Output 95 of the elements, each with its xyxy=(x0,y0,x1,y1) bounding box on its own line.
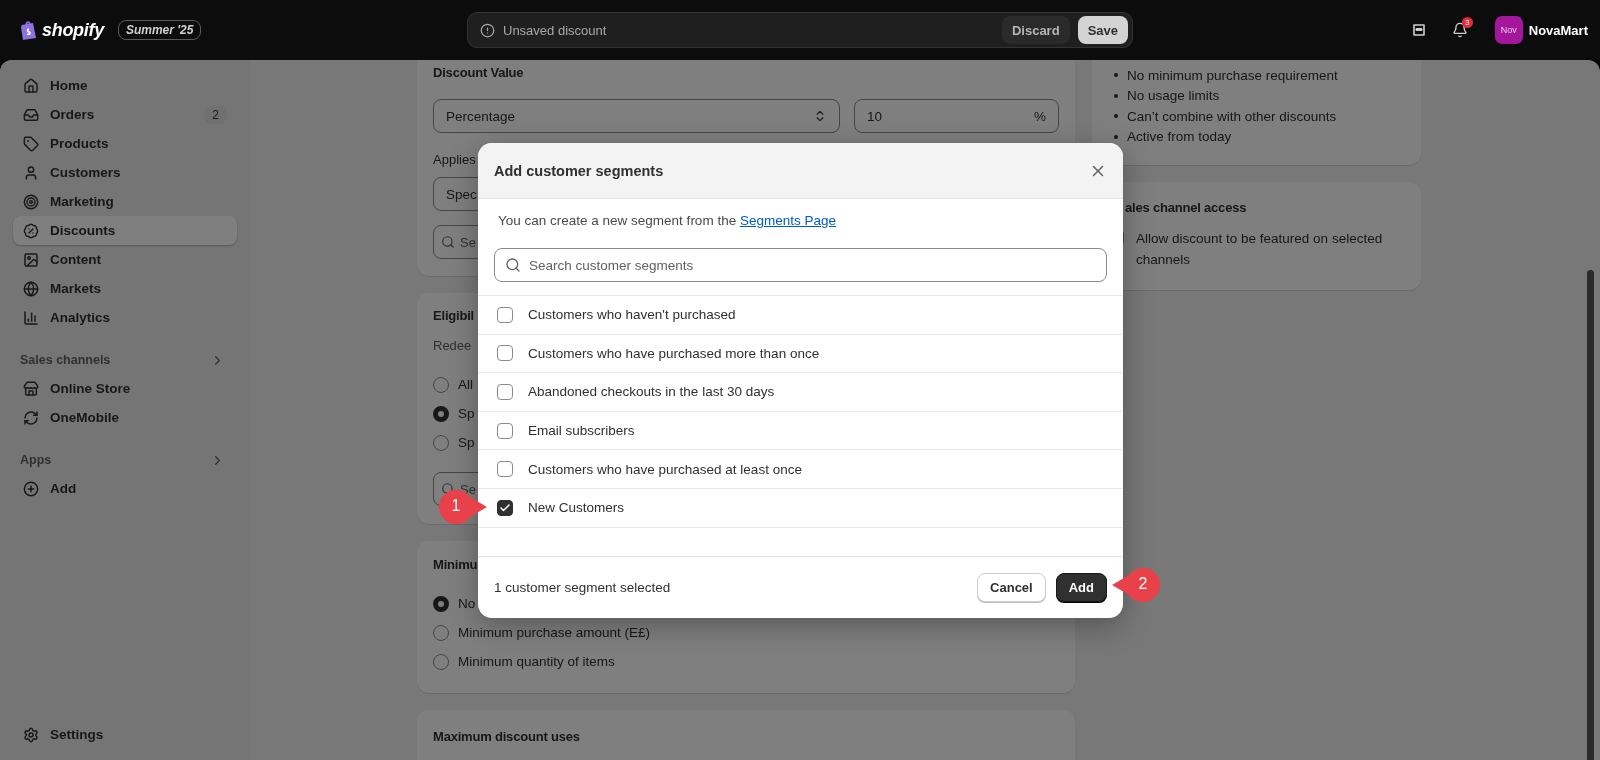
alert-icon xyxy=(480,22,495,38)
segment-label: New Customers xyxy=(528,500,625,516)
card-title: Minimu xyxy=(433,556,478,574)
notifications-button[interactable]: 3 xyxy=(1445,16,1474,44)
order-count: 2 xyxy=(204,105,227,124)
inbox-icon xyxy=(23,106,39,123)
bullet-dot xyxy=(1114,134,1118,139)
segment-label: Customers who haven't purchased xyxy=(528,307,736,323)
segment-label: Customers who have purchased more than once xyxy=(528,345,820,361)
percent-badge-icon xyxy=(23,222,39,239)
home-icon xyxy=(23,77,39,94)
radio-button[interactable] xyxy=(433,595,449,612)
radio-button[interactable] xyxy=(433,624,449,641)
option-label: All xyxy=(458,377,473,392)
radio-button[interactable] xyxy=(433,405,449,422)
unsaved-message: Unsaved discount xyxy=(503,22,608,38)
radio-button[interactable] xyxy=(433,653,449,670)
option-label: Minimum quantity of items xyxy=(458,654,615,669)
nav-item[interactable]: OneMobile xyxy=(13,403,237,432)
radio-button[interactable] xyxy=(433,376,449,393)
tag-icon xyxy=(23,135,39,152)
option-label: Sp xyxy=(458,406,475,421)
checkbox-label: Allow discount to be featured on selected channels xyxy=(1136,230,1384,269)
discard-button[interactable]: Discard xyxy=(1001,16,1070,44)
bar-chart-icon xyxy=(23,309,39,326)
option-label: Minimum purchase amount (E£) xyxy=(458,625,651,640)
nav-item[interactable]: Content xyxy=(13,245,237,274)
nav-item[interactable]: Analytics xyxy=(13,303,237,332)
globe-icon xyxy=(23,280,39,297)
checkbox[interactable] xyxy=(497,461,513,478)
bullet-dot xyxy=(1114,93,1118,98)
check-icon xyxy=(499,501,511,514)
nav-item[interactable]: Home xyxy=(13,71,237,100)
target-icon xyxy=(23,193,39,210)
option-label: Sp xyxy=(458,435,475,450)
checkbox[interactable] xyxy=(497,499,513,516)
checkbox[interactable] xyxy=(497,306,513,323)
bell-icon xyxy=(1451,22,1468,38)
summary-item: No minimum purchase requirement xyxy=(1127,67,1338,83)
option-label: No xyxy=(458,596,476,611)
segment-label: Customers who have purchased at least once xyxy=(528,461,802,477)
person-icon xyxy=(23,164,39,181)
card-title: ales channel access xyxy=(1124,199,1247,217)
nav-item[interactable]: Discounts xyxy=(13,216,237,245)
search-icon xyxy=(441,235,455,249)
card-title: Maximum discount uses xyxy=(433,728,580,746)
bullet-dot xyxy=(1114,114,1118,119)
notification-count: 3 xyxy=(1461,17,1473,28)
shopify-logo: shopify xyxy=(42,19,104,41)
value-field[interactable]: 10 % xyxy=(854,99,1059,133)
section-title: Sales channels xyxy=(20,353,111,367)
type-select[interactable]: Percentage xyxy=(433,99,840,133)
add-button[interactable]: Add xyxy=(1055,573,1107,602)
card-subtitle: Redee xyxy=(433,337,472,355)
section-title: Apps xyxy=(20,453,52,467)
nav-item[interactable]: Products xyxy=(13,129,237,158)
step-callout: 2 xyxy=(1111,567,1161,603)
store-name[interactable]: NovaMart xyxy=(1528,22,1588,38)
shopping-bag-icon xyxy=(20,20,38,40)
segments-link[interactable]: Segments Page xyxy=(739,213,836,228)
bullet-dot xyxy=(1114,73,1118,78)
checkbox[interactable] xyxy=(497,384,513,400)
nav-item[interactable]: Settings xyxy=(13,720,237,749)
segment-label: Email subscribers xyxy=(528,423,635,439)
gear-icon xyxy=(23,726,39,743)
radio-button[interactable] xyxy=(433,434,449,451)
nav-item[interactable]: Markets xyxy=(13,274,237,303)
dialog-title: Add customer segments xyxy=(494,162,664,179)
plus-circle-icon xyxy=(23,480,39,497)
nav-item[interactable]: Customers xyxy=(13,158,237,187)
search-icon xyxy=(505,257,521,273)
nav-item[interactable]: Marketing xyxy=(13,187,237,216)
info-text: You can create a new segment from the Segments Page xyxy=(497,212,837,230)
scrollbar-thumb[interactable] xyxy=(1587,270,1594,760)
summary-item: No usage limits xyxy=(1127,88,1220,104)
nav-item[interactable]: Add xyxy=(13,474,237,503)
nav-item[interactable]: Online Store xyxy=(13,374,237,403)
field-label: Applies xyxy=(433,151,476,169)
summary-item: Active from today xyxy=(1127,129,1232,145)
refresh-icon xyxy=(23,409,39,426)
segment-label: Abandoned checkouts in the last 30 days xyxy=(528,384,775,400)
image-icon xyxy=(23,251,39,268)
store-avatar[interactable]: Nov xyxy=(1494,16,1523,44)
summary-item: Can’t combine with other discounts xyxy=(1127,108,1337,124)
checkbox[interactable] xyxy=(497,345,513,362)
store-icon xyxy=(23,380,39,397)
card-title: Eligibil xyxy=(433,307,474,325)
cancel-button[interactable]: Cancel xyxy=(977,573,1046,602)
search-field[interactable]: Search customer segments xyxy=(494,248,1107,282)
edition-badge: Summer '25 xyxy=(117,20,202,40)
save-button[interactable]: Save xyxy=(1077,16,1128,44)
card-title: Discount Value xyxy=(433,64,524,82)
selection-count: 1 customer segment selected xyxy=(494,580,671,595)
nav-item[interactable]: Orders 2 xyxy=(13,100,237,129)
checkbox[interactable] xyxy=(497,422,513,439)
